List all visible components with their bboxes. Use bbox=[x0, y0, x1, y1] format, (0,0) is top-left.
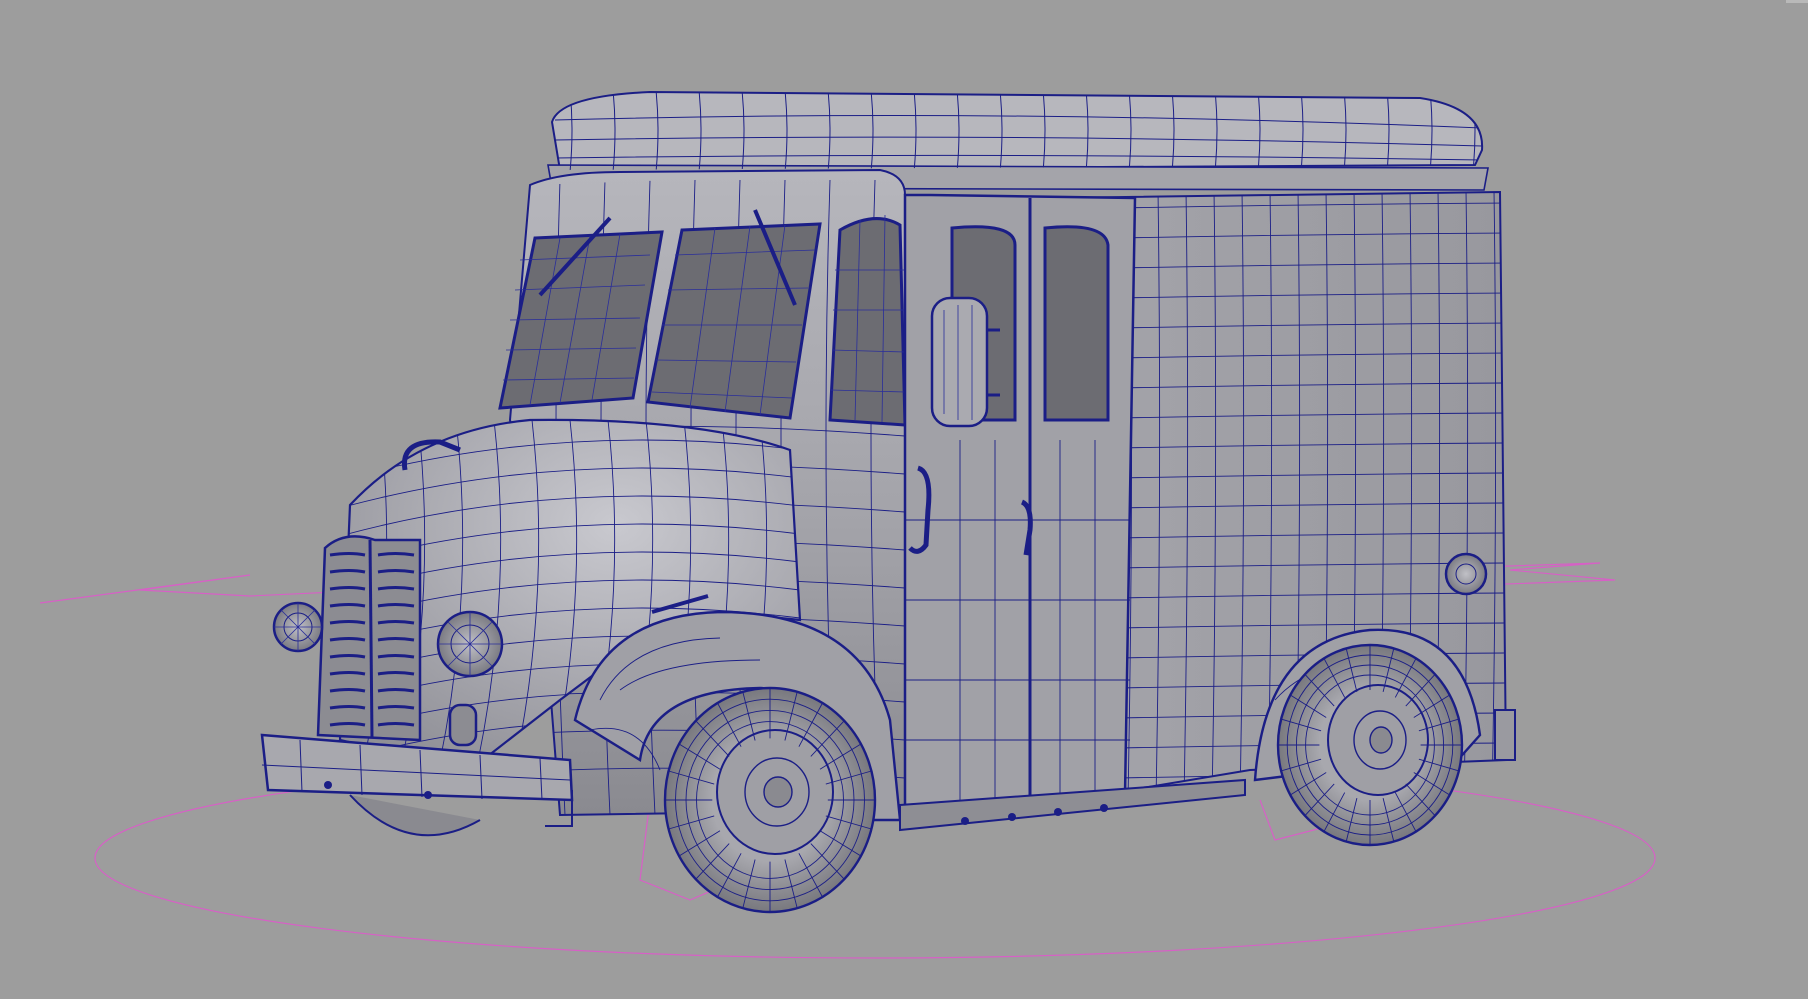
scene-canvas[interactable] bbox=[0, 0, 1808, 999]
front-left-wheel bbox=[349, 794, 481, 837]
cab-side-window bbox=[828, 214, 907, 427]
rear-wheel bbox=[1276, 643, 1464, 847]
viewport-3d[interactable] bbox=[0, 0, 1808, 999]
front-wheel bbox=[663, 686, 877, 914]
fuel-cap bbox=[1444, 552, 1488, 596]
headlight-left bbox=[272, 601, 324, 653]
rear-bumper bbox=[1494, 709, 1516, 761]
sliding-door bbox=[903, 193, 1137, 807]
van-model[interactable] bbox=[260, 90, 1516, 914]
grille bbox=[316, 535, 422, 742]
